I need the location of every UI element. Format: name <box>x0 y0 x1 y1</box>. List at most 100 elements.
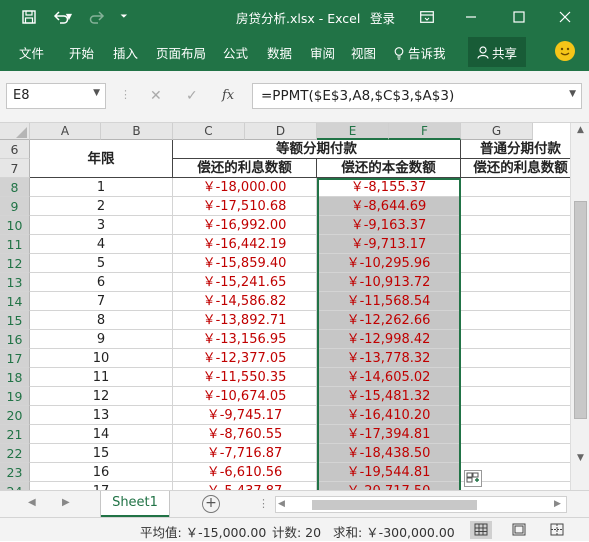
row-header[interactable]: 8 <box>0 178 30 197</box>
cell-empty[interactable] <box>461 368 570 387</box>
vertical-scrollbar[interactable]: ▲ ▼ <box>570 123 589 490</box>
cell-principal[interactable]: ￥-19,544.81 <box>317 463 461 482</box>
cell-year[interactable]: 10 <box>30 349 173 368</box>
scroll-up-icon[interactable]: ▲ <box>571 125 589 135</box>
smiley-feedback-icon[interactable] <box>555 41 575 61</box>
row-header[interactable]: 6 <box>0 140 30 159</box>
scroll-left-icon[interactable]: ◀ <box>278 499 285 509</box>
cell-year[interactable]: 12 <box>30 387 173 406</box>
cell-principal[interactable]: ￥-13,778.32 <box>317 349 461 368</box>
cell-year[interactable]: 5 <box>30 254 173 273</box>
row-header[interactable]: 16 <box>0 330 30 349</box>
row-header[interactable]: 13 <box>0 273 30 292</box>
column-header-b[interactable]: B <box>101 123 173 140</box>
cell-year[interactable]: 3 <box>30 216 173 235</box>
cell-interest[interactable]: ￥-15,241.65 <box>173 273 317 292</box>
cell-year[interactable]: 9 <box>30 330 173 349</box>
tell-me-box[interactable]: 告诉我 <box>394 43 446 62</box>
cell-year[interactable]: 17 <box>30 482 173 490</box>
column-header-f[interactable]: F <box>389 123 461 140</box>
formula-input[interactable]: =PPMT($E$3,A8,$C$3,$A$3) ▼ <box>252 83 582 109</box>
cell-empty[interactable] <box>461 216 570 235</box>
cell-year[interactable]: 14 <box>30 425 173 444</box>
cell-principal[interactable]: ￥-15,481.32 <box>317 387 461 406</box>
row-header[interactable]: 7 <box>0 159 30 178</box>
header-interest[interactable]: 偿还的利息数额 <box>173 159 317 178</box>
cell-empty[interactable] <box>461 254 570 273</box>
row-header[interactable]: 11 <box>0 235 30 254</box>
cell-principal[interactable]: ￥-10,295.96 <box>317 254 461 273</box>
cell-interest[interactable]: ￥-12,377.05 <box>173 349 317 368</box>
row-header[interactable]: 23 <box>0 463 30 482</box>
column-header-c[interactable]: C <box>173 123 245 140</box>
maximize-icon[interactable] <box>502 0 536 33</box>
cell-principal[interactable]: ￥-8,155.37 <box>317 178 461 197</box>
row-header[interactable]: 21 <box>0 425 30 444</box>
sheet-tab-sheet1[interactable]: Sheet1 <box>101 491 169 517</box>
undo-dropdown-icon[interactable]: ▼ <box>62 0 76 33</box>
column-header-e[interactable]: E <box>317 123 389 140</box>
cell-year[interactable]: 15 <box>30 444 173 463</box>
quick-analysis-icon[interactable] <box>464 470 482 487</box>
cell-interest[interactable]: ￥-13,892.71 <box>173 311 317 330</box>
cell-interest[interactable]: ￥-11,550.35 <box>173 368 317 387</box>
cell-interest[interactable]: ￥-16,442.19 <box>173 235 317 254</box>
tab-page-layout[interactable]: 页面布局 <box>156 43 206 62</box>
cell-principal[interactable]: ￥-9,713.17 <box>317 235 461 254</box>
normal-view-icon[interactable] <box>470 521 492 539</box>
row-header[interactable]: 15 <box>0 311 30 330</box>
vertical-scroll-thumb[interactable] <box>574 201 587 419</box>
cancel-entry-icon[interactable]: ✕ <box>150 88 162 104</box>
cell-interest[interactable]: ￥-14,586.82 <box>173 292 317 311</box>
cell-principal[interactable]: ￥-8,644.69 <box>317 197 461 216</box>
login-link[interactable]: 登录 <box>370 8 395 27</box>
header-normal-interest[interactable]: 偿还的利息数额 <box>461 159 570 178</box>
cell-interest[interactable]: ￥-8,760.55 <box>173 425 317 444</box>
horizontal-scrollbar[interactable]: ◀ ▶ <box>275 496 567 513</box>
customize-quick-access-icon[interactable]: ⏷ <box>114 0 134 33</box>
cell-interest[interactable]: ￥-7,716.87 <box>173 444 317 463</box>
tab-formulas[interactable]: 公式 <box>223 43 248 62</box>
cell-empty[interactable] <box>461 330 570 349</box>
header-year[interactable]: 年限 <box>30 140 173 178</box>
cell-year[interactable]: 13 <box>30 406 173 425</box>
cell-empty[interactable] <box>461 425 570 444</box>
cell-empty[interactable] <box>461 235 570 254</box>
cell-principal[interactable]: ￥-11,568.54 <box>317 292 461 311</box>
cell-interest[interactable]: ￥-10,674.05 <box>173 387 317 406</box>
row-header[interactable]: 10 <box>0 216 30 235</box>
cell-year[interactable]: 8 <box>30 311 173 330</box>
add-sheet-icon[interactable]: + <box>202 495 220 513</box>
cell-interest[interactable]: ￥-5,437.87 <box>173 482 317 490</box>
row-header[interactable]: 17 <box>0 349 30 368</box>
tab-file[interactable]: 文件 <box>19 43 44 62</box>
cell-principal[interactable]: ￥-12,998.42 <box>317 330 461 349</box>
tab-home[interactable]: 开始 <box>69 43 94 62</box>
worksheet-grid[interactable]: ABCDEFG 6 7 8 9 10 11 12 13 14 15 16 17 18 19 20 21 22 23… <box>0 123 570 490</box>
minimize-icon[interactable] <box>454 0 488 33</box>
cell-empty[interactable] <box>461 387 570 406</box>
cell-year[interactable]: 6 <box>30 273 173 292</box>
column-header-g[interactable]: G <box>461 123 533 140</box>
cell-principal[interactable]: ￥-20,717.50 <box>317 482 461 490</box>
cell-principal[interactable]: ￥-12,262.66 <box>317 311 461 330</box>
insert-function-icon[interactable]: fx <box>222 88 234 103</box>
cell-year[interactable]: 16 <box>30 463 173 482</box>
cell-principal[interactable]: ￥-10,913.72 <box>317 273 461 292</box>
cell-principal[interactable]: ￥-18,438.50 <box>317 444 461 463</box>
cell-empty[interactable] <box>461 349 570 368</box>
header-equal-payment[interactable]: 等额分期付款 <box>173 140 461 159</box>
row-header[interactable]: 19 <box>0 387 30 406</box>
tab-insert[interactable]: 插入 <box>113 43 138 62</box>
confirm-entry-icon[interactable]: ✓ <box>186 88 198 104</box>
chevron-down-icon[interactable]: ▼ <box>93 88 100 98</box>
tab-data[interactable]: 数据 <box>267 43 292 62</box>
page-break-view-icon[interactable] <box>546 521 568 539</box>
cell-interest[interactable]: ￥-13,156.95 <box>173 330 317 349</box>
column-header-a[interactable]: A <box>30 123 101 140</box>
cell-empty[interactable] <box>461 406 570 425</box>
row-header[interactable]: 9 <box>0 197 30 216</box>
row-header[interactable]: 14 <box>0 292 30 311</box>
column-header-d[interactable]: D <box>245 123 317 140</box>
cell-interest[interactable]: ￥-16,992.00 <box>173 216 317 235</box>
